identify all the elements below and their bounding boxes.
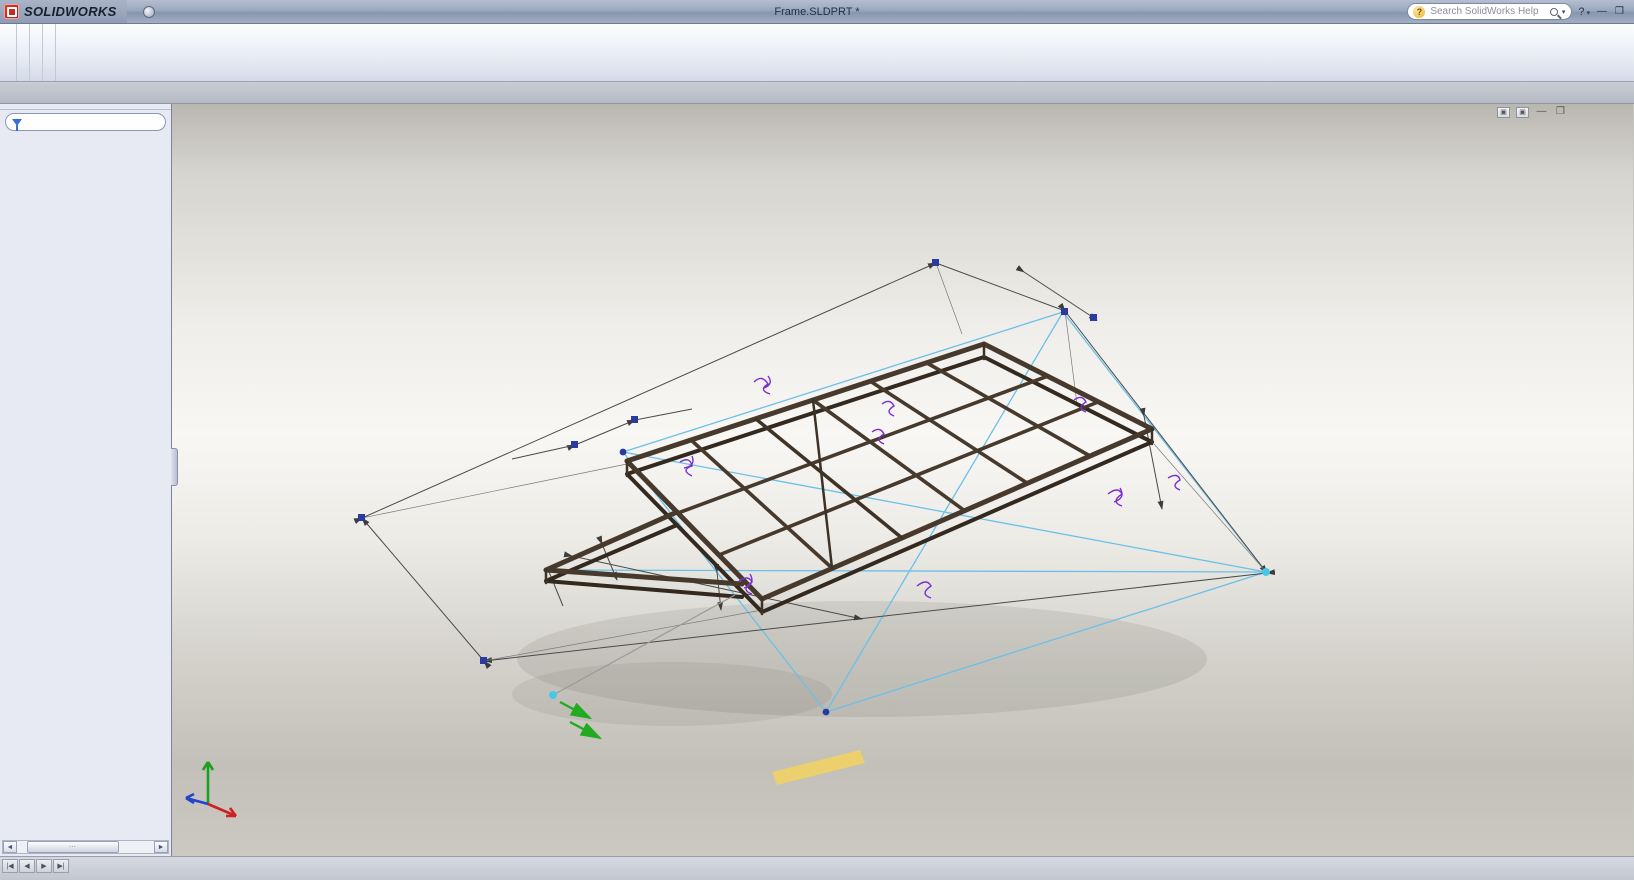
solidworks-cube-icon bbox=[4, 4, 19, 19]
first-study-icon[interactable]: |◀ bbox=[2, 859, 18, 873]
pin-icon[interactable] bbox=[143, 6, 155, 18]
modify-group bbox=[29, 24, 42, 81]
search-caret-icon[interactable]: ▾ bbox=[1562, 8, 1566, 16]
ribbon-tabs bbox=[0, 82, 1634, 104]
search-box[interactable]: ? Search SolidWorks Help ▾ bbox=[1407, 3, 1572, 20]
reference-triad bbox=[186, 762, 236, 816]
brand-text: SOLIDWORKS bbox=[24, 4, 117, 19]
bottom-bar: |◀ ◀ ▶ ▶| bbox=[0, 856, 1634, 880]
tree-horizontal-scrollbar[interactable]: ◄ ⋯ ► bbox=[2, 840, 169, 854]
filter-icon bbox=[12, 119, 22, 126]
scroll-right-icon[interactable]: ► bbox=[154, 841, 168, 853]
last-study-icon[interactable]: ▶| bbox=[53, 859, 69, 873]
scroll-thumb[interactable]: ⋯ bbox=[27, 841, 119, 853]
selected-vertex bbox=[1262, 568, 1270, 576]
entity-group bbox=[16, 24, 29, 81]
model-scene bbox=[172, 104, 1633, 856]
relations-group bbox=[55, 24, 68, 81]
window-title: Frame.SLDPRT * bbox=[0, 6, 1634, 18]
graphics-viewport[interactable]: ▣ ▣ — ❒ bbox=[172, 104, 1633, 856]
search-input[interactable]: Search SolidWorks Help bbox=[1430, 6, 1544, 17]
scroll-left-icon[interactable]: ◄ bbox=[3, 841, 17, 853]
command-manager bbox=[0, 24, 1634, 82]
viewport-minimize-icon[interactable]: — bbox=[1535, 107, 1548, 118]
next-study-icon[interactable]: ▶ bbox=[36, 859, 52, 873]
tree-filter-input[interactable] bbox=[5, 113, 166, 131]
viewport-cascade-icon[interactable]: ❒ bbox=[1554, 107, 1567, 118]
restore-button[interactable]: ❒ bbox=[1615, 6, 1626, 17]
minimize-button[interactable]: — bbox=[1597, 6, 1609, 17]
panel-splitter-handle[interactable] bbox=[171, 448, 178, 486]
help-bubble-icon: ? bbox=[1413, 6, 1425, 18]
solidworks-logo: SOLIDWORKS bbox=[0, 0, 127, 23]
viewport-icon-1[interactable]: ▣ bbox=[1497, 107, 1510, 118]
title-bar: SOLIDWORKS Frame.SLDPRT * ? Search Solid… bbox=[0, 0, 1634, 24]
viewport-window-controls: ▣ ▣ — ❒ bbox=[1497, 107, 1567, 118]
ruler-anchor-point bbox=[549, 691, 557, 699]
trailer-frame-model bbox=[546, 344, 1152, 614]
sketch-group bbox=[4, 24, 16, 81]
prev-study-icon[interactable]: ◀ bbox=[19, 859, 35, 873]
help-button[interactable]: ? ▾ bbox=[1578, 6, 1591, 18]
search-icon[interactable] bbox=[1550, 8, 1558, 16]
pattern-group bbox=[42, 24, 55, 81]
viewport-icon-2[interactable]: ▣ bbox=[1516, 107, 1529, 118]
feature-tree bbox=[0, 134, 171, 838]
feature-manager-panel: ◄ ⋯ ► bbox=[0, 104, 172, 856]
study-nav-buttons: |◀ ◀ ▶ ▶| bbox=[0, 857, 73, 873]
